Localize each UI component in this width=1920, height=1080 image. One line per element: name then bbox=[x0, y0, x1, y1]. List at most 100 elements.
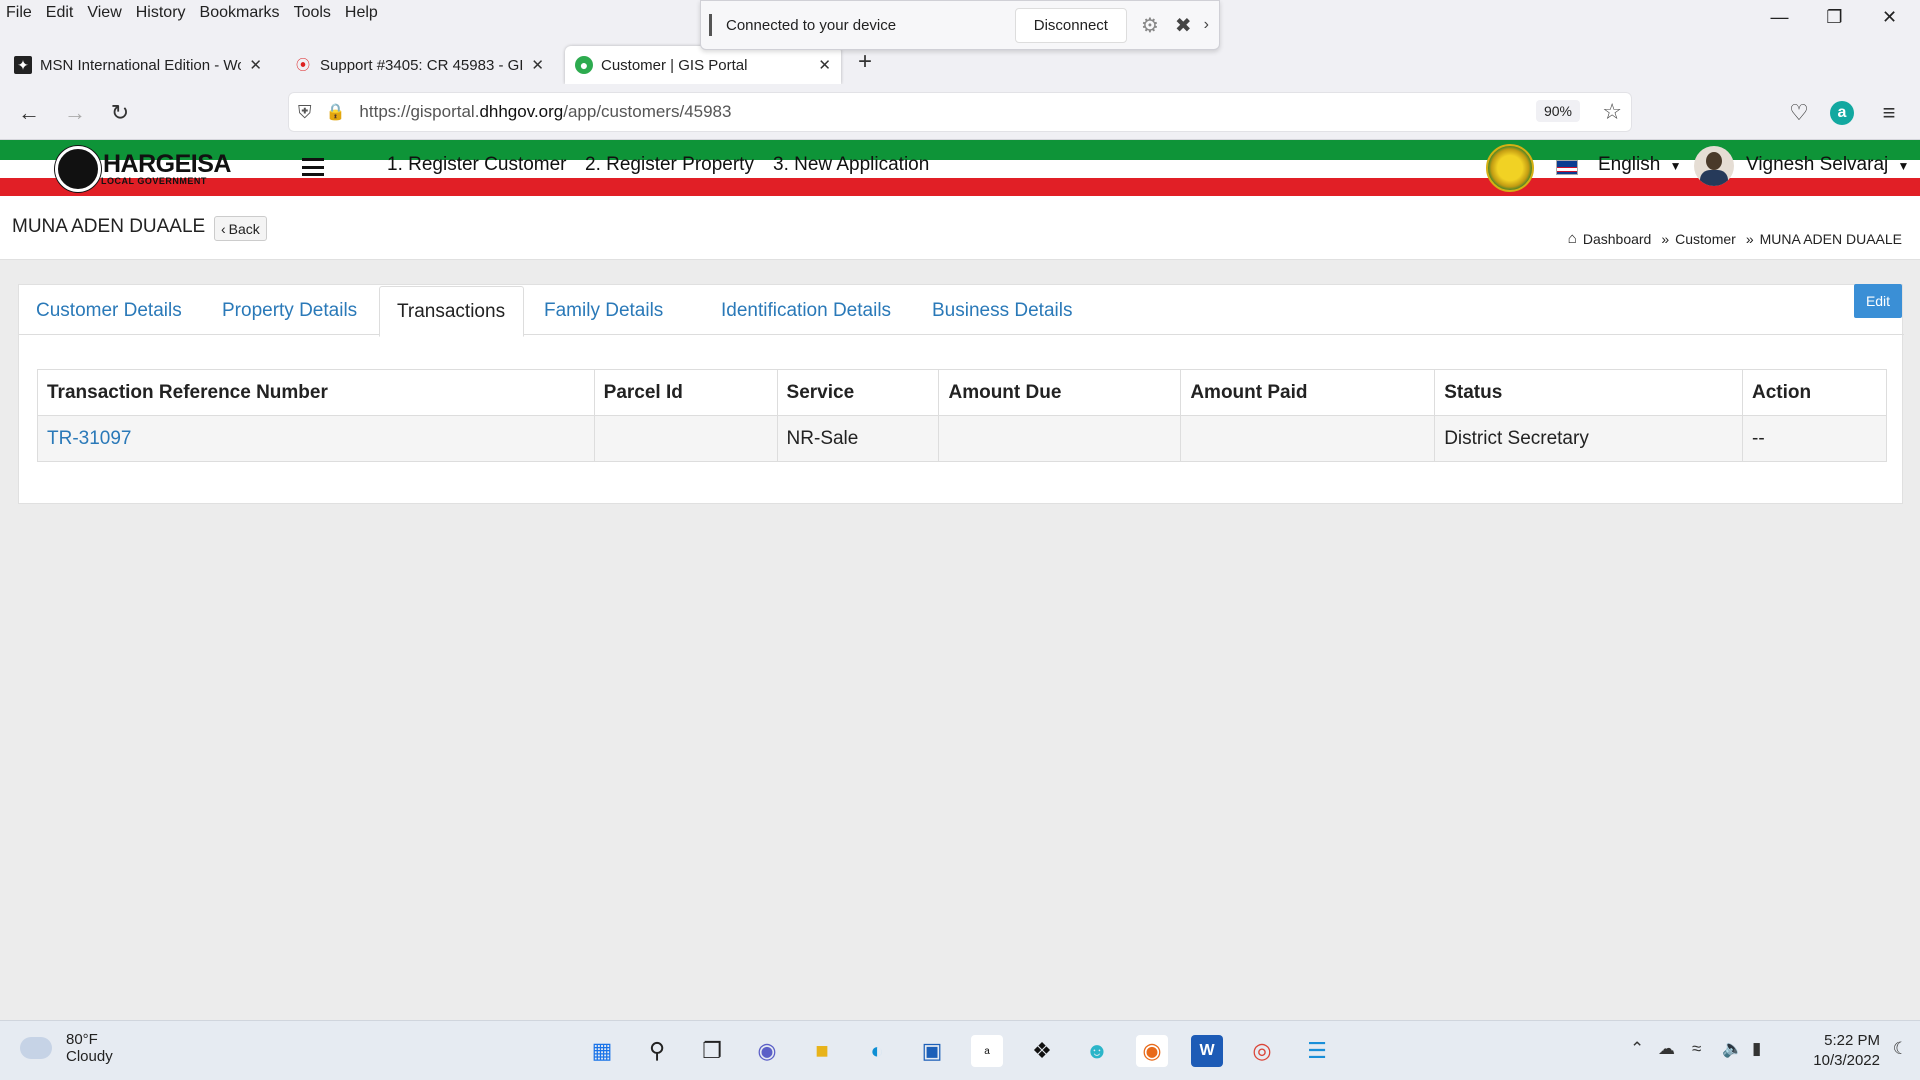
drag-handle-icon[interactable] bbox=[709, 14, 712, 36]
connection-banner: Connected to your device Disconnect ⚙ ✖ … bbox=[700, 0, 1220, 50]
dropbox-icon[interactable]: ❖ bbox=[1026, 1035, 1058, 1067]
gear-icon[interactable]: ⚙ bbox=[1141, 13, 1159, 38]
caret-down-icon: ▼ bbox=[1669, 159, 1682, 173]
table-row: TR-31097 NR-Sale District Secretary -- bbox=[37, 415, 1887, 462]
word-icon[interactable]: W bbox=[1191, 1035, 1223, 1067]
tab-customer-details[interactable]: Customer Details bbox=[19, 285, 199, 336]
breadcrumb-current: MUNA ADEN DUAALE bbox=[1759, 230, 1902, 247]
cell-transaction-ref: TR-31097 bbox=[37, 415, 595, 462]
search-icon[interactable]: ⚲ bbox=[641, 1035, 673, 1067]
nav-register-property[interactable]: 2. Register Property bbox=[585, 154, 754, 176]
back-arrow-icon[interactable]: ← bbox=[14, 98, 44, 128]
chrome-icon[interactable]: ◎ bbox=[1246, 1035, 1278, 1067]
browser-tab-support[interactable]: ⦿ Support #3405: CR 45983 - GIS ✕ bbox=[284, 46, 554, 84]
zoom-level[interactable]: 90% bbox=[1535, 100, 1580, 122]
edge-icon[interactable]: ◐ bbox=[861, 1035, 893, 1067]
weather-widget[interactable]: 80°F Cloudy bbox=[20, 1031, 113, 1065]
menu-edit[interactable]: Edit bbox=[46, 4, 74, 22]
address-bar[interactable]: ⛨ 🔒 https://gisportal. dhhgov.org/app/cus… bbox=[288, 92, 1632, 132]
transaction-link[interactable]: TR-31097 bbox=[47, 428, 132, 449]
tab-family-details[interactable]: Family Details bbox=[527, 285, 680, 336]
forward-arrow-icon[interactable]: → bbox=[60, 98, 90, 128]
close-tab-icon[interactable]: ✕ bbox=[249, 56, 262, 74]
menu-file[interactable]: File bbox=[6, 4, 32, 22]
start-windows-icon[interactable]: ▦ bbox=[586, 1035, 618, 1067]
file-explorer-icon[interactable]: ■ bbox=[806, 1035, 838, 1067]
breadcrumb-dashboard[interactable]: Dashboard bbox=[1583, 231, 1652, 247]
chevron-left-icon: ‹ bbox=[221, 220, 226, 237]
cell-status: District Secretary bbox=[1434, 415, 1743, 462]
menu-view[interactable]: View bbox=[87, 4, 121, 22]
close-tab-icon[interactable]: ✕ bbox=[531, 56, 544, 74]
messaging-icon[interactable]: ☻ bbox=[1081, 1035, 1113, 1067]
col-status[interactable]: Status bbox=[1434, 369, 1743, 416]
reload-icon[interactable]: ↻ bbox=[105, 98, 135, 128]
col-transaction-ref[interactable]: Transaction Reference Number bbox=[37, 369, 595, 416]
extension-icon[interactable]: a bbox=[1830, 101, 1854, 125]
unpin-icon[interactable]: ✖ bbox=[1175, 13, 1192, 38]
disconnect-button[interactable]: Disconnect bbox=[1014, 7, 1127, 43]
notepad-icon[interactable]: ☰ bbox=[1301, 1035, 1333, 1067]
edit-button[interactable]: Edit bbox=[1854, 284, 1902, 318]
tab-property-details[interactable]: Property Details bbox=[205, 285, 374, 336]
new-tab-plus-icon[interactable]: + bbox=[858, 48, 872, 76]
connection-text: Connected to your device bbox=[726, 16, 897, 34]
menu-tools[interactable]: Tools bbox=[294, 4, 331, 22]
hargeisa-logo[interactable]: HARGEISA LOCAL GOVERNMENT bbox=[55, 146, 231, 192]
chevron-right-icon[interactable]: › bbox=[1204, 16, 1209, 34]
app-menu-icon[interactable]: ≡ bbox=[1874, 98, 1904, 128]
breadcrumb-customer[interactable]: Customer bbox=[1675, 231, 1736, 247]
table-header-row: Transaction Reference Number Parcel Id S… bbox=[37, 369, 1887, 416]
col-action[interactable]: Action bbox=[1742, 369, 1887, 416]
firefox-icon[interactable]: ◉ bbox=[1136, 1035, 1168, 1067]
amazon-icon[interactable]: a bbox=[971, 1035, 1003, 1067]
back-button[interactable]: ‹ Back bbox=[214, 216, 267, 241]
store-icon[interactable]: ▣ bbox=[916, 1035, 948, 1067]
col-service[interactable]: Service bbox=[776, 369, 940, 416]
shield-icon[interactable]: ⛨ bbox=[298, 102, 312, 123]
bookmark-star-icon[interactable]: ☆ bbox=[1602, 99, 1622, 125]
browser-tab-msn[interactable]: ✦ MSN International Edition - Wo ✕ bbox=[4, 46, 272, 84]
user-dropdown[interactable]: Vignesh Selvaraj ▼ bbox=[1746, 154, 1909, 176]
hamburger-menu-icon[interactable] bbox=[302, 158, 324, 176]
task-view-icon[interactable]: ❐ bbox=[696, 1035, 728, 1067]
uk-flag-icon bbox=[1556, 160, 1578, 175]
menu-bookmarks[interactable]: Bookmarks bbox=[200, 4, 280, 22]
teams-chat-icon[interactable]: ◉ bbox=[751, 1035, 783, 1067]
onedrive-icon[interactable]: ☁ bbox=[1658, 1039, 1675, 1059]
clock[interactable]: 5:22 PM 10/3/2022 bbox=[1813, 1031, 1880, 1071]
detail-tabs: Customer Details Property Details Transa… bbox=[19, 285, 1904, 337]
menu-help[interactable]: Help bbox=[345, 4, 378, 22]
battery-icon[interactable]: ▮ bbox=[1752, 1039, 1761, 1059]
caret-down-icon: ▼ bbox=[1897, 159, 1910, 173]
language-dropdown[interactable]: English ▼ bbox=[1598, 154, 1682, 176]
lock-icon[interactable]: 🔒 bbox=[326, 102, 346, 122]
chevron-up-icon[interactable]: ⌃ bbox=[1630, 1039, 1644, 1059]
wifi-icon[interactable]: ≈ bbox=[1692, 1039, 1701, 1059]
notification-moon-icon[interactable]: ☾ bbox=[1893, 1039, 1908, 1059]
nav-register-customer[interactable]: 1. Register Customer bbox=[387, 154, 567, 176]
avatar[interactable] bbox=[1694, 146, 1734, 186]
logo-emblem-icon bbox=[55, 146, 101, 192]
government-seal-icon bbox=[1486, 144, 1534, 192]
browser-tab-gis-portal[interactable]: ● Customer | GIS Portal ✕ bbox=[565, 46, 841, 84]
col-amount-due[interactable]: Amount Due bbox=[938, 369, 1182, 416]
nav-new-application[interactable]: 3. New Application bbox=[773, 154, 929, 176]
navigation-bar: ← → ↻ ⛨ 🔒 https://gisportal. dhhgov.org/a… bbox=[0, 84, 1920, 140]
tab-identification-details[interactable]: Identification Details bbox=[704, 285, 908, 336]
clock-date: 10/3/2022 bbox=[1813, 1052, 1880, 1069]
language-label: English bbox=[1598, 154, 1661, 175]
col-amount-paid[interactable]: Amount Paid bbox=[1180, 369, 1436, 416]
tab-business-details[interactable]: Business Details bbox=[915, 285, 1089, 336]
user-name: Vignesh Selvaraj bbox=[1746, 154, 1889, 175]
taskbar: 80°F Cloudy ▦ ⚲ ❐ ◉ ■ ◐ ▣ a ❖ ☻ ◉ W ◎ ☰ … bbox=[0, 1020, 1920, 1080]
weather-condition: Cloudy bbox=[66, 1048, 113, 1065]
close-tab-icon[interactable]: ✕ bbox=[818, 56, 831, 74]
pocket-icon[interactable]: ♡ bbox=[1784, 98, 1814, 128]
speaker-icon[interactable]: 🔈 bbox=[1722, 1039, 1743, 1059]
url-host: dhhgov.org bbox=[479, 102, 564, 121]
tab-transactions[interactable]: Transactions bbox=[379, 286, 524, 337]
back-label: Back bbox=[228, 220, 260, 237]
col-parcel-id[interactable]: Parcel Id bbox=[593, 369, 778, 416]
menu-history[interactable]: History bbox=[136, 4, 186, 22]
